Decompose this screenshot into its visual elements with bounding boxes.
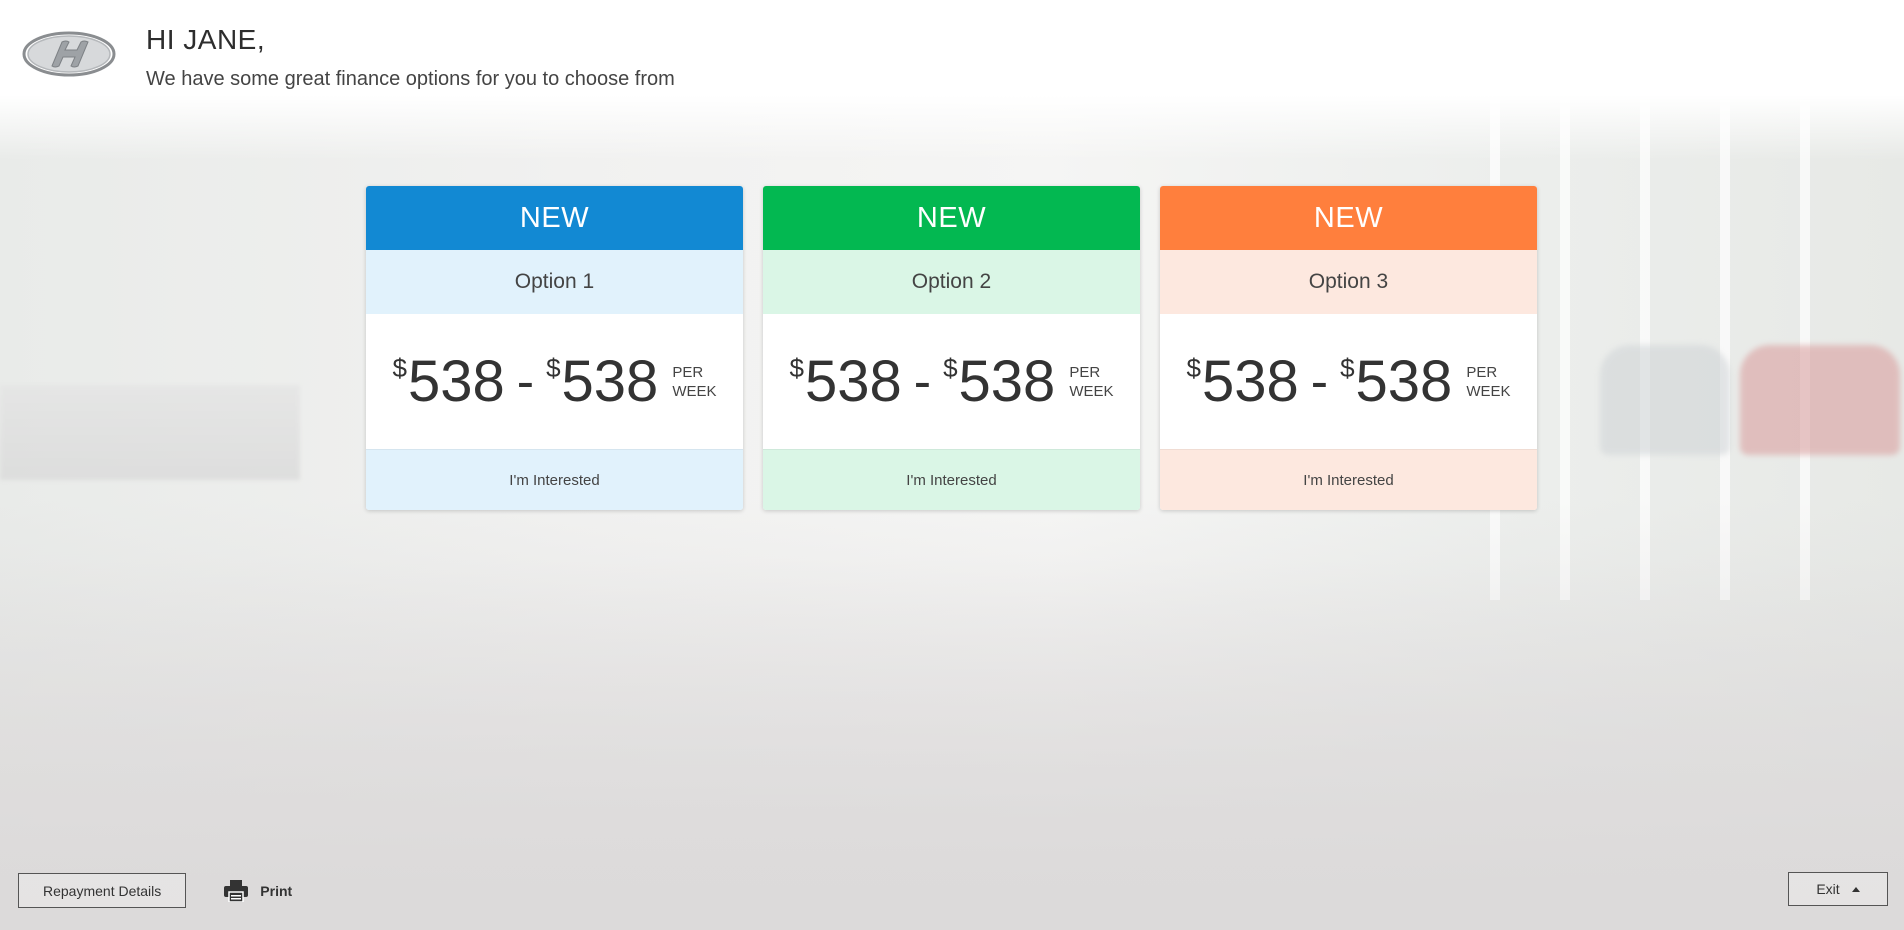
currency-symbol: $ [1340, 352, 1355, 383]
caret-up-icon [1851, 886, 1860, 892]
price-max: $538 [546, 348, 659, 414]
card-badge: NEW [763, 186, 1140, 250]
currency-symbol: $ [392, 352, 407, 383]
page-header: HI JANE, We have some great finance opti… [0, 0, 1904, 110]
price-frequency: PER WEEK [1069, 363, 1113, 401]
frequency-line-2: WEEK [1466, 382, 1511, 400]
price-max-value: 538 [561, 348, 659, 414]
currency-symbol: $ [943, 352, 958, 383]
finance-option-card: NEW Option 3 $538 - $538 PER WEEK I'm Int… [1160, 186, 1537, 510]
repayment-details-button[interactable]: Repayment Details [18, 873, 187, 908]
card-price: $538 - $538 PER WEEK [763, 314, 1140, 449]
print-button[interactable]: Print [224, 879, 293, 902]
finance-option-card: NEW Option 2 $538 - $538 PER WEEK I'm Int… [763, 186, 1140, 510]
price-separator: - [913, 352, 932, 411]
hyundai-logo [22, 30, 116, 78]
price-frequency: PER WEEK [672, 363, 716, 401]
price-min-value: 538 [407, 348, 505, 414]
frequency-line-1: PER [1466, 363, 1498, 381]
greeting-subtitle: We have some great finance options for y… [146, 68, 675, 90]
price-min-value: 538 [1201, 348, 1299, 414]
print-label: Print [260, 882, 293, 899]
interested-button[interactable]: I'm Interested [1160, 449, 1537, 510]
card-option-name: Option 2 [763, 250, 1140, 314]
card-badge: NEW [366, 186, 743, 250]
finance-option-card: NEW Option 1 $538 - $538 PER WEEK I'm Int… [366, 186, 743, 510]
card-option-name: Option 1 [366, 250, 743, 314]
exit-label: Exit [1816, 881, 1840, 897]
exit-button[interactable]: Exit [1788, 872, 1888, 906]
frequency-line-1: PER [1069, 363, 1101, 381]
price-max-value: 538 [958, 348, 1056, 414]
frequency-line-1: PER [672, 363, 704, 381]
currency-symbol: $ [789, 352, 804, 383]
currency-symbol: $ [546, 352, 561, 383]
printer-icon [224, 879, 249, 902]
card-price: $538 - $538 PER WEEK [366, 314, 743, 449]
interested-button[interactable]: I'm Interested [366, 449, 743, 510]
finance-options: NEW Option 1 $538 - $538 PER WEEK I'm Int… [366, 186, 1537, 510]
price-separator: - [1310, 352, 1329, 411]
card-price: $538 - $538 PER WEEK [1160, 314, 1537, 449]
price-min: $538 [1186, 348, 1299, 414]
showroom-floor [0, 500, 1904, 930]
price-min: $538 [789, 348, 902, 414]
price-separator: - [516, 352, 535, 411]
background-couch [0, 385, 300, 480]
frequency-line-2: WEEK [1069, 382, 1114, 400]
frequency-line-2: WEEK [672, 382, 717, 400]
currency-symbol: $ [1186, 352, 1201, 383]
price-max-value: 538 [1355, 348, 1453, 414]
background-car [1600, 345, 1730, 455]
background-car [1740, 345, 1900, 455]
card-option-name: Option 3 [1160, 250, 1537, 314]
price-frequency: PER WEEK [1466, 363, 1510, 401]
price-max: $538 [1340, 348, 1453, 414]
greeting-title: HI JANE, [146, 24, 266, 55]
footer-actions: Repayment Details Print [18, 873, 292, 908]
price-min-value: 538 [804, 348, 902, 414]
price-max: $538 [943, 348, 1056, 414]
price-min: $538 [392, 348, 505, 414]
interested-button[interactable]: I'm Interested [763, 449, 1140, 510]
card-badge: NEW [1160, 186, 1537, 250]
